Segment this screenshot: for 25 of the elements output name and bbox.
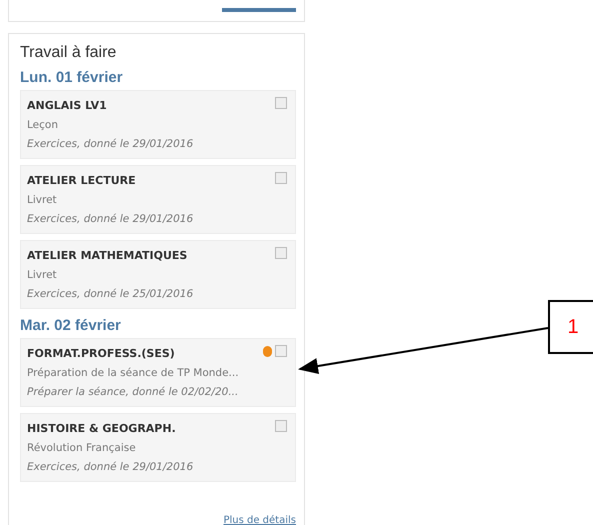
task-detail: Exercices, donné le 29/01/2016 bbox=[27, 461, 194, 473]
task-description: Livret bbox=[27, 194, 57, 206]
day-heading: Lun. 01 février bbox=[20, 69, 124, 86]
task-detail: Préparer la séance, donné le 02/02/20... bbox=[27, 386, 238, 398]
task-description: Livret bbox=[27, 269, 57, 281]
done-checkbox[interactable] bbox=[275, 345, 287, 357]
task-detail: Exercices, donné le 25/01/2016 bbox=[27, 288, 194, 300]
task-detail: Exercices, donné le 29/01/2016 bbox=[27, 213, 194, 225]
panel-title: Travail à faire bbox=[20, 44, 118, 62]
done-checkbox[interactable] bbox=[275, 97, 287, 109]
task-subject: HISTOIRE & GEOGRAPH. bbox=[27, 422, 176, 435]
done-checkbox[interactable] bbox=[275, 247, 287, 259]
task-description: Révolution Française bbox=[27, 442, 136, 454]
task-subject: FORMAT.PROFESS.(SES) bbox=[27, 347, 175, 360]
task-subject: ATELIER LECTURE bbox=[27, 174, 136, 187]
done-checkbox[interactable] bbox=[275, 420, 287, 432]
callout-label: 1 bbox=[548, 300, 593, 354]
task-subject: ATELIER MATHEMATIQUES bbox=[27, 249, 188, 262]
task-subject: ANGLAIS LV1 bbox=[27, 99, 107, 112]
details-link[interactable]: Plus de détails bbox=[223, 515, 296, 525]
task-description: Leçon bbox=[27, 119, 58, 131]
day-heading: Mar. 02 février bbox=[20, 317, 122, 334]
task-detail: Exercices, donné le 29/01/2016 bbox=[27, 138, 194, 150]
done-checkbox[interactable] bbox=[275, 172, 287, 184]
task-description: Préparation de la séance de TP Monde... bbox=[27, 367, 239, 379]
